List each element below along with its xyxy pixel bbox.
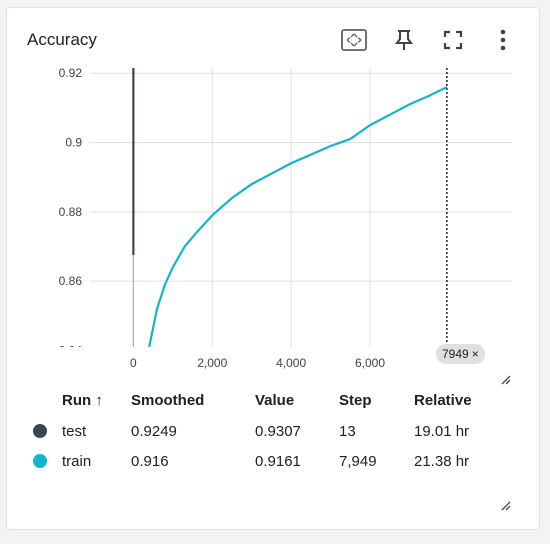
- y-tick-label: 0.84: [59, 343, 83, 357]
- y-tick-label: 0.92: [59, 66, 83, 80]
- series-line-train: [148, 86, 448, 347]
- legend-run: test: [62, 423, 87, 440]
- legend-header-value: Value: [255, 392, 295, 409]
- series-color-dot: [33, 454, 47, 468]
- legend-step: 7,949: [339, 453, 377, 470]
- legend-smoothed: 0.9249: [131, 423, 177, 440]
- legend-header-step: Step: [339, 392, 372, 409]
- x-tick-label: 4,000: [276, 356, 306, 370]
- close-icon[interactable]: ×: [472, 347, 479, 361]
- legend-step: 13: [339, 423, 356, 440]
- legend-relative: 19.01 hr: [414, 423, 470, 440]
- legend-header-smoothed: Smoothed: [131, 392, 205, 409]
- hover-step-chip[interactable]: 7949 ×: [436, 344, 485, 364]
- hover-step-label: 7949: [442, 347, 469, 361]
- legend-value: 0.9307: [255, 423, 301, 440]
- legend-header-relative: Relative: [414, 392, 472, 409]
- resize-handle-icon[interactable]: [500, 374, 512, 386]
- resize-handle-icon[interactable]: [500, 500, 512, 512]
- legend-value: 0.9161: [255, 453, 301, 470]
- legend-run: train: [62, 453, 92, 470]
- series-color-dot: [33, 424, 47, 438]
- legend-header-run[interactable]: Run ↑: [62, 392, 103, 409]
- x-tick-label: 2,000: [197, 356, 227, 370]
- x-tick-label: 6,000: [355, 356, 385, 370]
- y-tick-label: 0.86: [59, 274, 83, 288]
- legend-relative: 21.38 hr: [414, 453, 470, 470]
- x-tick-label: 0: [130, 356, 137, 370]
- y-tick-label: 0.88: [59, 205, 83, 219]
- y-tick-label: 0.9: [65, 136, 82, 150]
- legend-smoothed: 0.916: [131, 453, 169, 470]
